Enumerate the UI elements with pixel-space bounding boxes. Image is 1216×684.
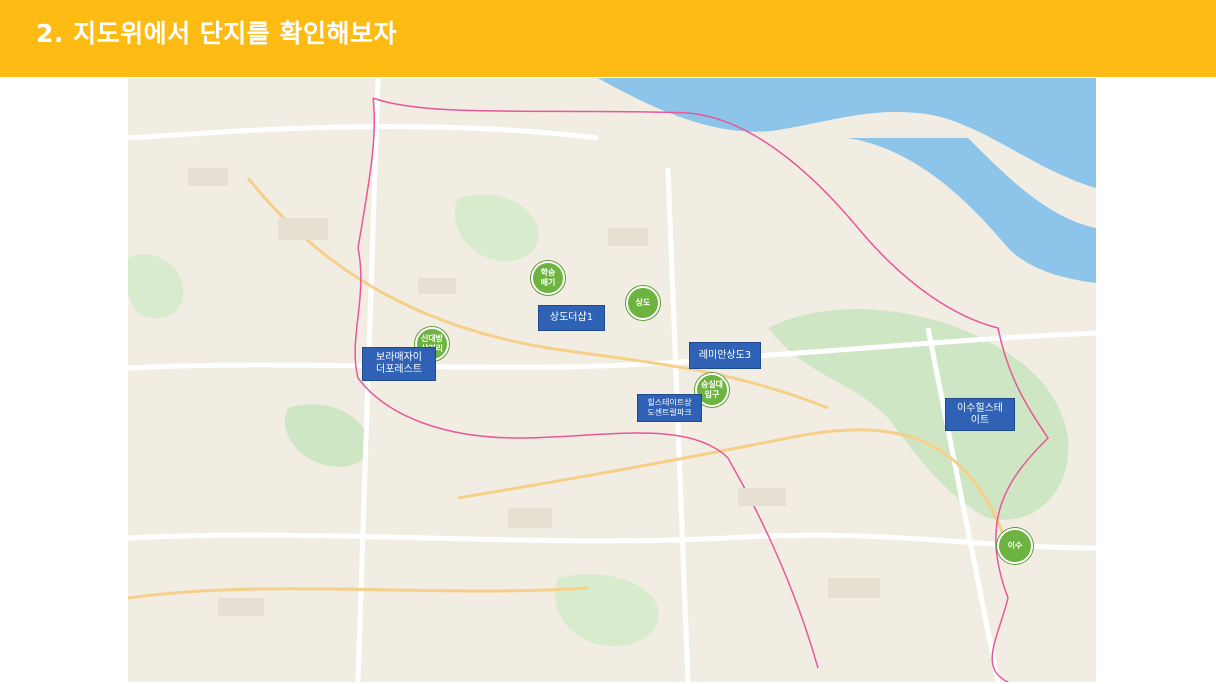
complex-label-isu-hillstate[interactable]: 이수힐스테 이트: [946, 399, 1014, 430]
title-banner: 2. 지도위에서 단지를 확인해보자: [0, 0, 1216, 77]
page-title: 2. 지도위에서 단지를 확인해보자: [36, 19, 398, 48]
complex-label-hillstate-sangdo[interactable]: 힐스테이트상 도센트럴파크: [638, 395, 701, 421]
station-marker-isu[interactable]: 이수: [997, 528, 1033, 564]
station-marker-hakseungbaegi[interactable]: 학숭 배기: [531, 261, 565, 295]
station-marker-sangdo[interactable]: 상도: [626, 286, 660, 320]
map-base: [128, 78, 1096, 682]
complex-label-sangdo-the-sharp-1[interactable]: 상도더샵1: [539, 306, 604, 330]
complex-label-raemian-sangdo-3[interactable]: 레미안상도3: [690, 343, 760, 368]
map-view[interactable]: 학숭 배기 상도 신대방 삼거리 숭실대 입구 이수 상도더샵1 레미안상도3 …: [128, 78, 1096, 682]
complex-label-boramae-xi[interactable]: 보라매자이 더포레스트: [363, 348, 435, 380]
